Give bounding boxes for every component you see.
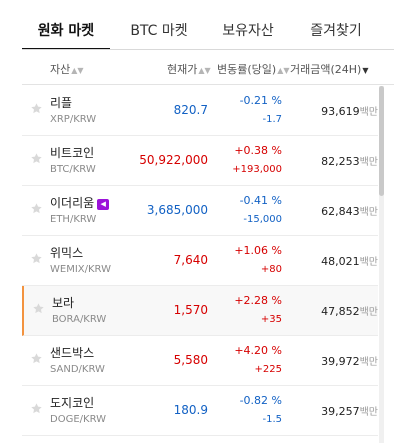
coin-pair: WEMIX/KRW <box>50 264 111 275</box>
speaker-icon: ◀ <box>97 199 110 210</box>
change-rate: -0.41 % <box>239 194 282 207</box>
change-amount: -15,000 <box>243 214 282 225</box>
coin-pair: SAND/KRW <box>50 364 105 375</box>
coin-name: 이더리움 ◀ <box>50 194 110 211</box>
sort-icon: ▲▼ <box>198 66 211 75</box>
trade-volume-value: 39,972 <box>321 355 360 368</box>
favorite-star-icon[interactable] <box>30 202 44 216</box>
trade-volume: 93,619백만 <box>321 103 378 118</box>
header-asset-label: 자산 <box>50 63 71 76</box>
coin-row[interactable]: 샌드박스 SAND/KRW 5,580 +4.20 % +225 39,972백만 <box>22 336 378 386</box>
change-amount: +80 <box>260 264 282 275</box>
trade-volume-value: 39,257 <box>321 405 360 418</box>
coin-row[interactable]: 비트코인 BTC/KRW 50,922,000 +0.38 % +193,000 82,2… <box>22 136 378 186</box>
current-price: 5,580 <box>173 353 208 367</box>
change-amount: +35 <box>260 314 282 325</box>
tab-holdings[interactable]: 보유자산 <box>204 0 292 50</box>
trade-volume: 47,852백만 <box>321 303 378 318</box>
coin-row[interactable]: 도지코인 DOGE/KRW 180.9 -0.82 % -1.5 39,257백만 <box>22 386 378 436</box>
market-tabs: 원화 마켓 BTC 마켓 보유자산 즐겨찾기 <box>0 0 409 50</box>
trade-volume-unit: 백만 <box>359 407 378 418</box>
change-rate: -0.82 % <box>239 394 282 407</box>
current-price: 50,922,000 <box>139 153 208 167</box>
coin-pair: BTC/KRW <box>50 164 96 175</box>
trade-volume: 82,253백만 <box>321 153 378 168</box>
favorite-star-icon[interactable] <box>30 102 44 116</box>
header-asset[interactable]: 자산▲▼ <box>50 55 84 85</box>
scrollbar[interactable] <box>379 86 384 443</box>
coin-pair: XRP/KRW <box>50 114 97 125</box>
change-amount: -1.5 <box>262 414 282 425</box>
coin-pair: ETH/KRW <box>50 214 97 225</box>
change-amount: +225 <box>254 364 282 375</box>
coin-name-label: 비트코인 <box>50 146 95 160</box>
trade-volume-unit: 백만 <box>359 157 378 168</box>
favorite-star-icon[interactable] <box>30 352 44 366</box>
coin-name-label: 보라 <box>52 296 75 310</box>
trade-volume-unit: 백만 <box>359 257 378 268</box>
current-price: 820.7 <box>173 103 208 117</box>
trade-volume-unit: 백만 <box>359 307 378 318</box>
sort-icon: ▲▼ <box>71 66 84 75</box>
trade-volume-value: 82,253 <box>321 155 360 168</box>
table-header: 자산▲▼ 현재가▲▼ 변동률(당일)▲▼ 거래금액(24H)▼ <box>22 55 394 85</box>
coin-name: 보라 <box>52 294 74 311</box>
coin-pair: BORA/KRW <box>52 314 107 325</box>
header-volume[interactable]: 거래금액(24H)▼ <box>290 55 369 85</box>
coin-row[interactable]: 보라 BORA/KRW 1,570 +2.28 % +35 47,852백만 <box>22 286 378 336</box>
change-rate: +0.38 % <box>234 144 282 157</box>
favorite-star-icon[interactable] <box>30 402 44 416</box>
header-price[interactable]: 현재가▲▼ <box>167 55 211 85</box>
tabs-divider <box>22 49 394 50</box>
header-price-label: 현재가 <box>167 63 198 76</box>
scrollbar-thumb[interactable] <box>379 86 384 196</box>
header-change[interactable]: 변동률(당일)▲▼ <box>217 55 290 85</box>
coin-name-label: 위믹스 <box>50 246 84 260</box>
coin-row[interactable]: 위믹스 WEMIX/KRW 7,640 +1.06 % +80 48,021백만 <box>22 236 378 286</box>
coin-name-label: 리플 <box>50 96 73 110</box>
tab-btc-market[interactable]: BTC 마켓 <box>115 0 203 50</box>
favorite-star-icon[interactable] <box>30 152 44 166</box>
trade-volume: 39,257백만 <box>321 403 378 418</box>
favorite-star-icon[interactable] <box>30 252 44 266</box>
trade-volume-unit: 백만 <box>359 207 378 218</box>
trade-volume: 39,972백만 <box>321 353 378 368</box>
trade-volume-value: 48,021 <box>321 255 360 268</box>
current-price: 7,640 <box>173 253 208 267</box>
coin-name: 위믹스 <box>50 244 83 261</box>
coin-name-label: 도지코인 <box>50 396 95 410</box>
trade-volume-value: 47,852 <box>321 305 360 318</box>
sort-desc-icon: ▼ <box>362 66 369 75</box>
current-price: 3,685,000 <box>146 203 208 217</box>
trade-volume: 62,843백만 <box>321 203 378 218</box>
coin-name: 비트코인 <box>50 144 94 161</box>
header-change-label: 변동률(당일) <box>217 63 277 76</box>
trade-volume-unit: 백만 <box>359 107 378 118</box>
coin-name: 도지코인 <box>50 394 94 411</box>
current-price: 1,570 <box>173 303 208 317</box>
change-amount: -1.7 <box>262 114 282 125</box>
trade-volume: 48,021백만 <box>321 253 378 268</box>
trade-volume-unit: 백만 <box>359 357 378 368</box>
change-rate: +4.20 % <box>234 344 282 357</box>
coin-name-label: 샌드박스 <box>50 346 95 360</box>
favorite-star-icon[interactable] <box>32 302 46 316</box>
change-rate: -0.21 % <box>239 94 282 107</box>
header-volume-label: 거래금액(24H) <box>290 63 362 76</box>
trade-volume-value: 62,843 <box>321 205 360 218</box>
trade-volume-value: 93,619 <box>321 105 360 118</box>
coin-row[interactable]: 이더리움 ◀ ETH/KRW 3,685,000 -0.41 % -15,000 62,84… <box>22 186 378 236</box>
tab-favorites[interactable]: 즐겨찾기 <box>292 0 380 50</box>
tab-krw-market[interactable]: 원화 마켓 <box>22 0 110 50</box>
coin-name-label: 이더리움 <box>50 196 95 210</box>
change-rate: +1.06 % <box>234 244 282 257</box>
change-amount: +193,000 <box>232 164 282 175</box>
change-rate: +2.28 % <box>234 294 282 307</box>
coin-name: 샌드박스 <box>50 344 94 361</box>
coin-row[interactable]: 리플 XRP/KRW 820.7 -0.21 % -1.7 93,619백만 <box>22 86 378 136</box>
coin-name: 리플 <box>50 94 72 111</box>
sort-icon: ▲▼ <box>277 66 290 75</box>
coin-pair: DOGE/KRW <box>50 414 106 425</box>
current-price: 180.9 <box>173 403 208 417</box>
